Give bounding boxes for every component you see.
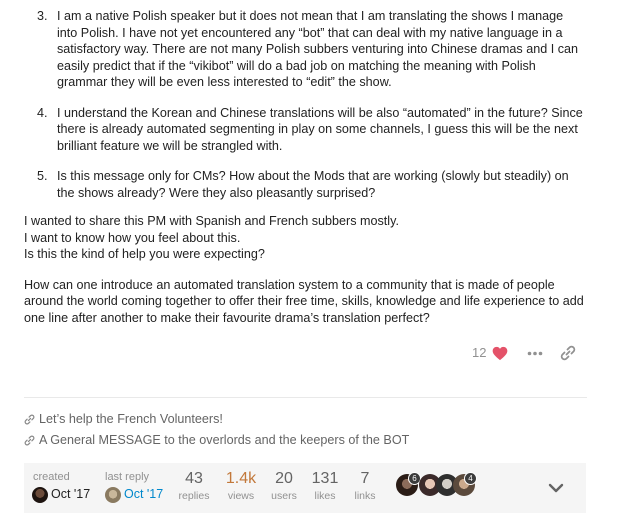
link-icon (24, 414, 35, 425)
paragraph-line: I want to know how you feel about this. (24, 230, 241, 245)
paragraph-line: Is this the kind of help you were expect… (24, 247, 265, 261)
numbered-list: 3. I am a native Polish speaker but it d… (24, 8, 584, 201)
list-number: 3. (37, 9, 48, 23)
last-reply-label: last reply (105, 471, 150, 483)
post-body: 3. I am a native Polish speaker but it d… (24, 0, 584, 340)
divider (24, 397, 587, 398)
chevron-down-icon[interactable] (540, 473, 572, 503)
paragraph-line: I wanted to share this PM with Spanish a… (24, 214, 399, 228)
list-number: 5. (37, 169, 48, 183)
linked-topic[interactable]: A General MESSAGE to the overlords and t… (24, 432, 409, 448)
avatar[interactable] (32, 487, 48, 503)
replies-label: replies (178, 490, 210, 502)
list-item: 4. I understand the Korean and Chinese t… (37, 105, 584, 155)
last-reply-date[interactable]: Oct '17 (124, 487, 163, 501)
topic-summary: created Oct '17 last reply Oct '17 43 re… (24, 463, 586, 513)
paragraph: How can one introduce an automated trans… (24, 277, 584, 325)
like-count[interactable]: 12 (472, 345, 486, 360)
list-text: I understand the Korean and Chinese tran… (57, 105, 583, 153)
list-text: Is this message only for CMs? How about … (57, 169, 569, 200)
linked-topic[interactable]: Let’s help the French Volunteers! (24, 411, 223, 427)
list-item: 5. Is this message only for CMs? How abo… (37, 168, 584, 201)
replies-count: 43 (185, 470, 203, 487)
links-count: 7 (360, 470, 370, 487)
post-count-badge: 4 (464, 472, 477, 485)
more-icon[interactable] (527, 351, 543, 356)
post-actions: 12 (450, 342, 580, 366)
heart-icon[interactable] (492, 346, 508, 361)
avatar[interactable] (105, 487, 121, 503)
list-text: I am a native Polish speaker but it does… (57, 9, 579, 89)
linked-topic-title[interactable]: A General MESSAGE to the overlords and t… (39, 433, 409, 447)
share-link-icon[interactable] (560, 345, 576, 361)
list-number: 4. (37, 105, 48, 120)
list-item: 3. I am a native Polish speaker but it d… (37, 8, 584, 91)
created-date: Oct '17 (51, 487, 91, 501)
link-icon (24, 435, 35, 446)
paragraph: I wanted to share this PM with Spanish a… (24, 213, 584, 263)
linked-topic-title[interactable]: Let’s help the French Volunteers! (39, 412, 223, 426)
links-label: links (354, 490, 376, 502)
created-label: created (33, 471, 70, 483)
